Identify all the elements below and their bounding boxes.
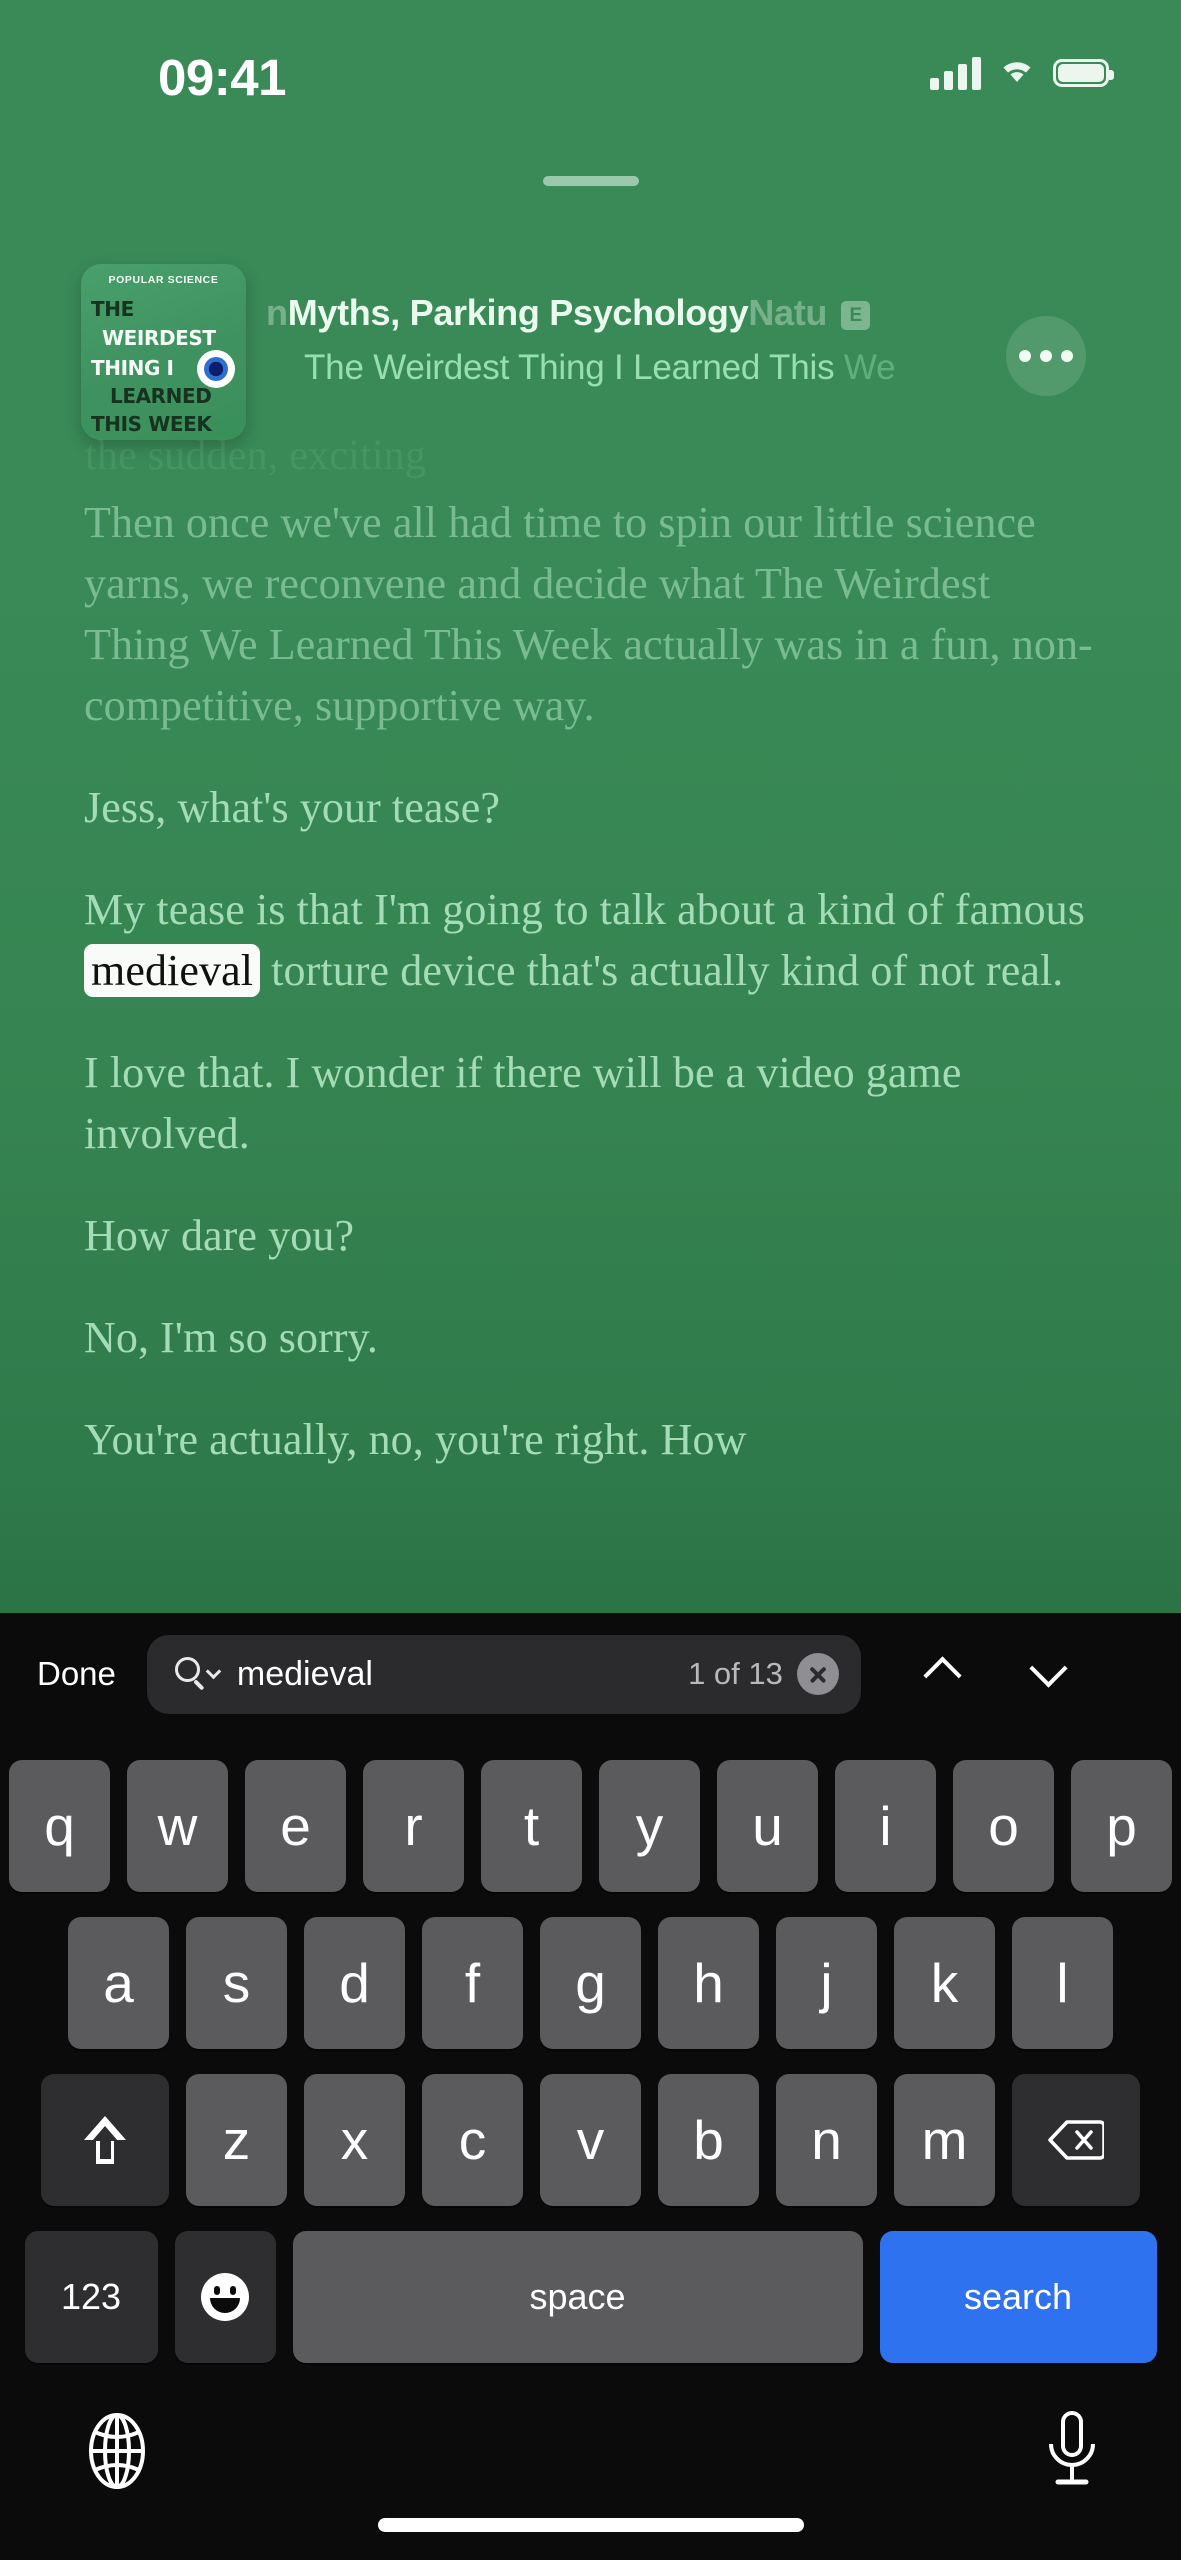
next-match-button[interactable] [1027, 1646, 1083, 1702]
key-y[interactable]: y [599, 1760, 700, 1892]
keyboard-row-3: z x c v b n m [0, 2074, 1181, 2206]
key-f[interactable]: f [422, 1917, 523, 2049]
shift-arrow-icon [84, 2116, 126, 2164]
transcript-paragraph[interactable]: I love that. I wonder if there will be a… [84, 1042, 1094, 1164]
episode-title-lead: n [266, 292, 288, 333]
key-l[interactable]: l [1012, 1917, 1113, 2049]
status-bar-icons [930, 55, 1114, 90]
transcript-paragraph[interactable]: Then once we've all had time to spin our… [84, 492, 1094, 736]
transcript-paragraph[interactable]: Jess, what's your tease? [84, 777, 1094, 838]
key-e[interactable]: e [245, 1760, 346, 1892]
ellipsis-dot [1040, 350, 1052, 362]
wifi-icon [997, 55, 1037, 90]
podcast-player-sheet: 09:41 POPULAR SCIENCE THE WEIRDEST THING… [0, 0, 1181, 1613]
search-match-highlight[interactable]: medieval [84, 944, 261, 997]
ellipsis-dot [1019, 350, 1031, 362]
transcript-bottom-fade [0, 1503, 1181, 1613]
transcript-paragraph[interactable]: You're actually, no, you're right. How [84, 1409, 1094, 1470]
key-u[interactable]: u [717, 1760, 818, 1892]
key-d[interactable]: d [304, 1917, 405, 2049]
key-q[interactable]: q [9, 1760, 110, 1892]
transcript-paragraph[interactable]: No, I'm so sorry. [84, 1307, 1094, 1368]
episode-title: nMyths, Parking PsychologyNatu E [266, 292, 871, 334]
cellular-bars-icon [930, 56, 981, 90]
iphone-screen: 09:41 POPULAR SCIENCE THE WEIRDEST THING… [0, 0, 1181, 2560]
emoji-key[interactable] [174, 2231, 276, 2363]
episode-title-tail: Natu [748, 292, 828, 333]
keyboard-row-1: q w e r t y u i o p [0, 1760, 1181, 1892]
key-r[interactable]: r [363, 1760, 464, 1892]
backspace-icon [1048, 2119, 1104, 2161]
explicit-badge: E [841, 301, 871, 330]
shift-key[interactable] [41, 2074, 169, 2206]
keyboard-bottom-bar [0, 2390, 1181, 2560]
podcast-artwork[interactable]: POPULAR SCIENCE THE WEIRDEST THING I LEA… [81, 264, 246, 440]
done-button[interactable]: Done [37, 1655, 116, 1693]
emoji-smiley-icon [201, 2273, 249, 2321]
clear-x-icon[interactable] [796, 1653, 839, 1695]
home-indicator [377, 2518, 804, 2532]
key-o[interactable]: o [953, 1760, 1054, 1892]
now-playing-header: POPULAR SCIENCE THE WEIRDEST THING I LEA… [0, 258, 1181, 448]
previous-match-button[interactable] [921, 1646, 977, 1702]
key-p[interactable]: p [1071, 1760, 1172, 1892]
artwork-publisher: POPULAR SCIENCE [108, 274, 219, 286]
artwork-line-3: THING I [91, 356, 174, 380]
key-a[interactable]: a [68, 1917, 169, 2049]
key-b[interactable]: b [658, 2074, 759, 2206]
search-icon[interactable] [174, 1656, 222, 1692]
transcript-body[interactable]: Then once we've all had time to spin our… [84, 492, 1094, 1511]
artwork-line-1: THE [91, 297, 134, 321]
numbers-key[interactable]: 123 [24, 2231, 158, 2363]
chevron-down-icon [1029, 1649, 1068, 1688]
microphone-icon[interactable] [1041, 2410, 1103, 2492]
key-i[interactable]: i [835, 1760, 936, 1892]
ellipsis-dot [1061, 350, 1073, 362]
key-j[interactable]: j [776, 1917, 877, 2049]
more-options-button[interactable] [1006, 316, 1086, 396]
artwork-line-2: WEIRDEST [102, 326, 216, 350]
globe-icon[interactable] [78, 2412, 156, 2490]
transcript-paragraph[interactable]: How dare you? [84, 1205, 1094, 1266]
key-w[interactable]: w [127, 1760, 228, 1892]
sheet-drag-handle[interactable] [542, 176, 639, 186]
search-input[interactable]: medieval 1 of 13 [146, 1634, 861, 1714]
keyboard-row-2: a s d f g h j k l [0, 1917, 1181, 2049]
find-in-transcript-bar: Done medieval 1 of 13 [0, 1613, 1181, 1735]
key-n[interactable]: n [776, 2074, 877, 2206]
search-return-key[interactable]: search [879, 2231, 1157, 2363]
match-count-label: 1 of 13 [688, 1656, 783, 1691]
key-v[interactable]: v [540, 2074, 641, 2206]
show-title-main: The Weirdest Thing I Learned This [304, 348, 844, 387]
show-title: The Weirdest Thing I Learned This We [304, 348, 896, 388]
search-query-text[interactable]: medieval [237, 1655, 688, 1694]
key-x[interactable]: x [304, 2074, 405, 2206]
key-k[interactable]: k [894, 1917, 995, 2049]
transcript-text-before: My tease is that I'm going to talk about… [84, 885, 1086, 934]
key-g[interactable]: g [540, 1917, 641, 2049]
transcript-text-after: torture device that's actually kind of n… [260, 946, 1064, 995]
on-screen-keyboard: q w e r t y u i o p a s d f g h j k l z [0, 1735, 1181, 2390]
artwork-line-4: LEARNED [110, 384, 212, 408]
transcript-paragraph-highlighted[interactable]: My tease is that I'm going to talk about… [84, 879, 1094, 1001]
status-bar-clock: 09:41 [158, 49, 286, 106]
backspace-key[interactable] [1012, 2074, 1140, 2206]
key-h[interactable]: h [658, 1917, 759, 2049]
key-s[interactable]: s [186, 1917, 287, 2049]
battery-full-icon [1053, 58, 1114, 87]
key-c[interactable]: c [422, 2074, 523, 2206]
eyeball-icon [199, 352, 233, 386]
key-t[interactable]: t [481, 1760, 582, 1892]
transcript-faded-line: the sudden, exciting [85, 433, 427, 479]
show-title-tail: We [843, 348, 896, 387]
space-key[interactable]: space [292, 2231, 863, 2363]
key-m[interactable]: m [894, 2074, 995, 2206]
keyboard-row-4: 123 space search [0, 2231, 1181, 2363]
episode-title-main: Myths, Parking Psychology [287, 292, 749, 333]
status-bar: 09:41 [0, 0, 1181, 140]
key-z[interactable]: z [186, 2074, 287, 2206]
now-playing-titles[interactable]: nMyths, Parking PsychologyNatu E The Weir… [266, 258, 966, 448]
chevron-up-icon [923, 1656, 962, 1695]
